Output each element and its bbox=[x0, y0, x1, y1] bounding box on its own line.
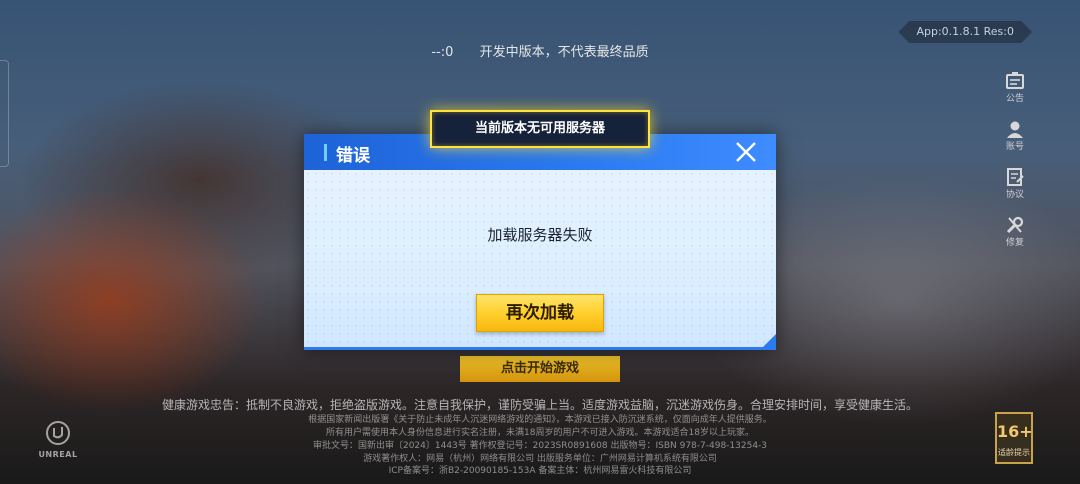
side-menu: 公告 账号 协议 修复 bbox=[1002, 72, 1028, 264]
unreal-engine-logo: UNREAL bbox=[28, 420, 88, 459]
announcement-icon bbox=[1006, 72, 1024, 89]
side-item-agreement[interactable]: 协议 bbox=[1002, 168, 1028, 200]
reload-button[interactable]: 再次加载 bbox=[476, 294, 604, 332]
engine-logo-text: UNREAL bbox=[38, 450, 78, 459]
agreement-icon bbox=[1007, 168, 1024, 186]
dialog-bottom-stripe bbox=[304, 347, 776, 350]
server-unavailable-banner: 当前版本无可用服务器 bbox=[430, 110, 650, 148]
side-item-announcement[interactable]: 公告 bbox=[1002, 72, 1028, 104]
close-button[interactable] bbox=[734, 140, 758, 164]
error-dialog: 错误 当前版本无可用服务器 加载服务器失败 再次加载 bbox=[304, 110, 776, 350]
dialog-title: 错误 bbox=[336, 146, 370, 166]
health-notice: 健康游戏忠告：抵制不良游戏，拒绝盗版游戏。注意自我保护，谨防受骗上当。适度游戏益… bbox=[161, 398, 918, 412]
dialog-corner-accent bbox=[760, 334, 776, 350]
fps-readout: --:0 bbox=[431, 45, 454, 60]
icp-info: ICP备案号：浙B2-20090185-153A 备案主体：杭州网易雷火科技有限… bbox=[388, 466, 692, 476]
title-accent-bar bbox=[324, 144, 327, 161]
dev-build-text: 开发中版本，不代表最终品质 bbox=[479, 45, 649, 60]
close-icon bbox=[736, 142, 756, 162]
version-info: App:0.1.8.1 Res:0 bbox=[898, 21, 1032, 43]
dev-build-notice: --:0 开发中版本，不代表最终品质 bbox=[0, 41, 1080, 60]
error-message: 加载服务器失败 bbox=[487, 226, 593, 244]
repair-icon bbox=[1006, 216, 1024, 234]
start-game-button[interactable]: 点击开始游戏 bbox=[460, 356, 620, 382]
side-item-label: 公告 bbox=[1005, 94, 1024, 104]
side-item-label: 修复 bbox=[1005, 238, 1024, 248]
age-rating-label: 适龄提示 bbox=[998, 448, 1030, 457]
age-rating-number: 16+ bbox=[997, 422, 1033, 441]
unreal-logo-icon bbox=[46, 421, 70, 445]
side-item-label: 协议 bbox=[1005, 190, 1024, 200]
side-item-repair[interactable]: 修复 bbox=[1002, 216, 1028, 248]
account-icon bbox=[1007, 121, 1023, 138]
approval-info: 审批文号：国新出审〔2024〕1443号 著作权登记号：2023SR089160… bbox=[312, 441, 768, 451]
side-item-label: 账号 bbox=[1005, 142, 1024, 152]
anti-addiction-notice: 根据国家新闻出版署《关于防止未成年人沉迷网络游戏的通知》，本游戏已接入防沉迷系统… bbox=[308, 415, 772, 425]
side-item-account[interactable]: 账号 bbox=[1002, 120, 1028, 152]
dialog-body: 加载服务器失败 再次加载 bbox=[304, 170, 776, 350]
age-rating-badge[interactable]: 16+ 适龄提示 bbox=[995, 412, 1033, 464]
left-edge-handle[interactable] bbox=[0, 60, 9, 167]
real-name-notice: 所有用户需使用本人身份信息进行实名注册，未满18周岁的用户不可进入游戏。本游戏适… bbox=[326, 428, 754, 438]
